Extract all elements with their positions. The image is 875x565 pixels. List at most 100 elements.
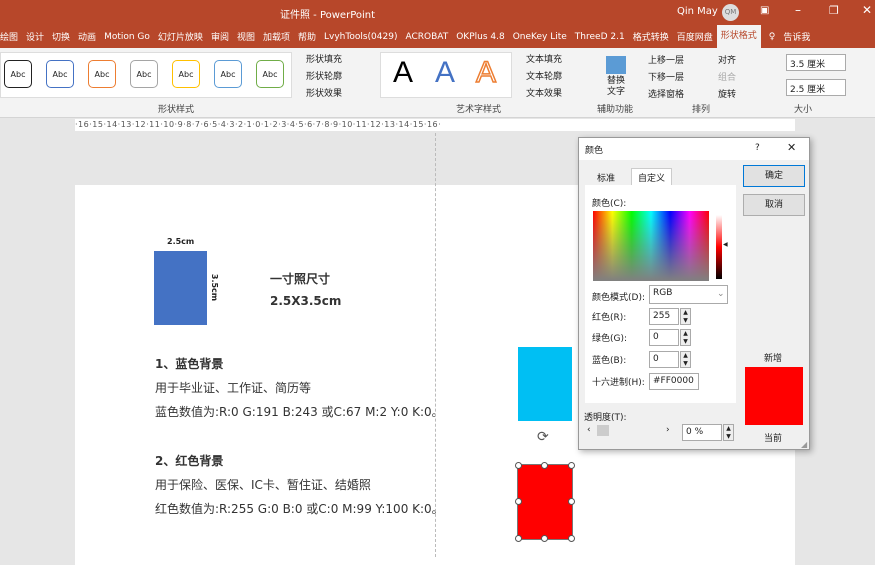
blue-swatch-rect[interactable]	[518, 347, 572, 421]
align-button[interactable]: 对齐	[718, 53, 736, 66]
luminance-slider[interactable]	[716, 215, 722, 279]
tab-acrobat[interactable]: ACROBAT	[401, 32, 452, 42]
wordart-style-2[interactable]: A	[435, 56, 455, 90]
tab-motion-go[interactable]: Motion Go	[100, 32, 154, 42]
shape-outline-button[interactable]: 形状轮廓	[306, 69, 342, 82]
resize-handle[interactable]	[568, 498, 575, 505]
close-icon[interactable]: ✕	[787, 141, 796, 154]
hex-input[interactable]: #FF0000	[649, 373, 699, 390]
chevron-down-icon[interactable]: ⌄	[717, 289, 725, 299]
tab-standard[interactable]: 标准	[597, 171, 615, 184]
tab-design[interactable]: 设计	[22, 30, 48, 43]
shape-style-5[interactable]: Abc	[172, 60, 200, 88]
user-name[interactable]: Qin May	[677, 6, 718, 17]
blue-heading: 1、蓝色背景	[155, 357, 224, 371]
avatar[interactable]: QM	[722, 4, 739, 21]
width-dimension-label: 2.5cm	[167, 237, 195, 246]
tab-help[interactable]: 帮助	[294, 30, 320, 43]
luminance-pointer-icon[interactable]: ◀	[723, 241, 728, 248]
tell-me[interactable]: 告诉我	[779, 30, 814, 43]
shape-style-4[interactable]: Abc	[130, 60, 158, 88]
shape-fill-button[interactable]: 形状填充	[306, 52, 342, 65]
help-button[interactable]: ?	[755, 143, 760, 153]
tab-review[interactable]: 审阅	[207, 30, 233, 43]
ok-button[interactable]: 确定	[743, 165, 805, 187]
text-outline-button[interactable]: 文本轮廓	[526, 69, 562, 82]
shape-height-input[interactable]: 3.5 厘米	[786, 54, 846, 71]
blue-spinner[interactable]: ▲ ▼	[680, 351, 691, 368]
transparency-label: 透明度(T):	[584, 413, 627, 423]
tab-shape-format[interactable]: 形状格式	[716, 25, 761, 48]
resize-handle[interactable]	[568, 535, 575, 542]
resize-handle[interactable]	[515, 462, 522, 469]
tab-transitions[interactable]: 切换	[48, 30, 74, 43]
tab-format-convert[interactable]: 格式转换	[629, 30, 673, 43]
red-input[interactable]: 255	[649, 308, 679, 325]
restore-button[interactable]: ❐	[829, 4, 839, 17]
shape-style-7[interactable]: Abc	[256, 60, 284, 88]
shape-style-3[interactable]: Abc	[88, 60, 116, 88]
blue-input[interactable]: 0	[649, 351, 679, 368]
resize-grip-icon[interactable]: ◢	[801, 440, 807, 449]
center-guide[interactable]	[435, 133, 436, 557]
rotate-handle-icon[interactable]: ⟳	[537, 429, 549, 445]
green-input[interactable]: 0	[649, 329, 679, 346]
cancel-button[interactable]: 取消	[743, 194, 805, 216]
transparency-slider-thumb[interactable]	[597, 425, 609, 436]
minimize-button[interactable]: –	[795, 3, 801, 17]
lightbulb-icon: ♀	[768, 31, 776, 42]
id-photo-rect[interactable]	[154, 251, 207, 325]
green-spinner[interactable]: ▲ ▼	[680, 329, 691, 346]
slider-left-arrow[interactable]: ‹	[587, 425, 591, 435]
slider-right-arrow[interactable]: ›	[666, 425, 670, 435]
close-button[interactable]: ✕	[862, 3, 872, 17]
green-label: 绿色(G):	[592, 334, 628, 344]
dialog-titlebar	[579, 138, 809, 160]
dialog-title: 颜色	[585, 146, 604, 156]
group-button[interactable]: 组合	[718, 70, 736, 83]
text-fill-button[interactable]: 文本填充	[526, 52, 562, 65]
rotate-button[interactable]: 旋转	[718, 87, 736, 100]
alt-text-icon	[606, 56, 626, 74]
tab-onekey[interactable]: OneKey Lite	[509, 32, 571, 42]
colors-label: 颜色(C):	[592, 199, 627, 209]
blue-label: 蓝色(B):	[592, 356, 627, 366]
wordart-style-3[interactable]: A	[475, 55, 497, 90]
photo-size: 2.5X3.5cm	[270, 294, 342, 308]
tab-baidu[interactable]: 百度网盘	[673, 30, 717, 43]
red-spinner[interactable]: ▲ ▼	[680, 308, 691, 325]
shape-width-input[interactable]: 2.5 厘米	[786, 79, 846, 96]
group-arrange-label: 排列	[692, 105, 711, 115]
bring-forward-button[interactable]: 上移一层	[648, 53, 684, 66]
shape-effect-button[interactable]: 形状效果	[306, 86, 342, 99]
tab-addins[interactable]: 加载项	[259, 30, 294, 43]
resize-handle[interactable]	[541, 535, 548, 542]
red-swatch-rect[interactable]	[517, 464, 573, 540]
tab-custom[interactable]: 自定义	[631, 168, 673, 186]
alt-text-button[interactable]: 替换文字	[606, 76, 626, 98]
ribbon-display-icon[interactable]: ▣	[760, 5, 769, 16]
shape-style-1[interactable]: Abc	[4, 60, 32, 88]
color-spectrum-picker[interactable]	[593, 211, 709, 281]
resize-handle[interactable]	[568, 462, 575, 469]
transparency-spinner[interactable]: ▲ ▼	[723, 424, 734, 441]
tab-threed[interactable]: ThreeD 2.1	[571, 32, 629, 42]
window-title: 证件照 - PowerPoint	[280, 10, 376, 21]
selection-pane-button[interactable]: 选择窗格	[648, 87, 684, 100]
tab-draw[interactable]: 绘图	[0, 30, 22, 43]
wordart-style-1[interactable]: A	[393, 56, 413, 90]
tab-animations[interactable]: 动画	[74, 30, 100, 43]
text-effect-button[interactable]: 文本效果	[526, 86, 562, 99]
shape-style-2[interactable]: Abc	[46, 60, 74, 88]
resize-handle[interactable]	[541, 462, 548, 469]
tab-okplus[interactable]: OKPlus 4.8	[452, 32, 508, 42]
tab-slideshow[interactable]: 幻灯片放映	[154, 30, 207, 43]
send-backward-button[interactable]: 下移一层	[648, 70, 684, 83]
tab-view[interactable]: 视图	[233, 30, 259, 43]
shape-style-6[interactable]: Abc	[214, 60, 242, 88]
transparency-input[interactable]: 0 %	[682, 424, 722, 441]
resize-handle[interactable]	[515, 535, 522, 542]
tab-lvyhtools[interactable]: LvyhTools(0429)	[320, 32, 401, 42]
ribbon: Abc Abc Abc Abc Abc Abc Abc 形状填充 形状轮廓 形状…	[0, 48, 875, 118]
resize-handle[interactable]	[515, 498, 522, 505]
